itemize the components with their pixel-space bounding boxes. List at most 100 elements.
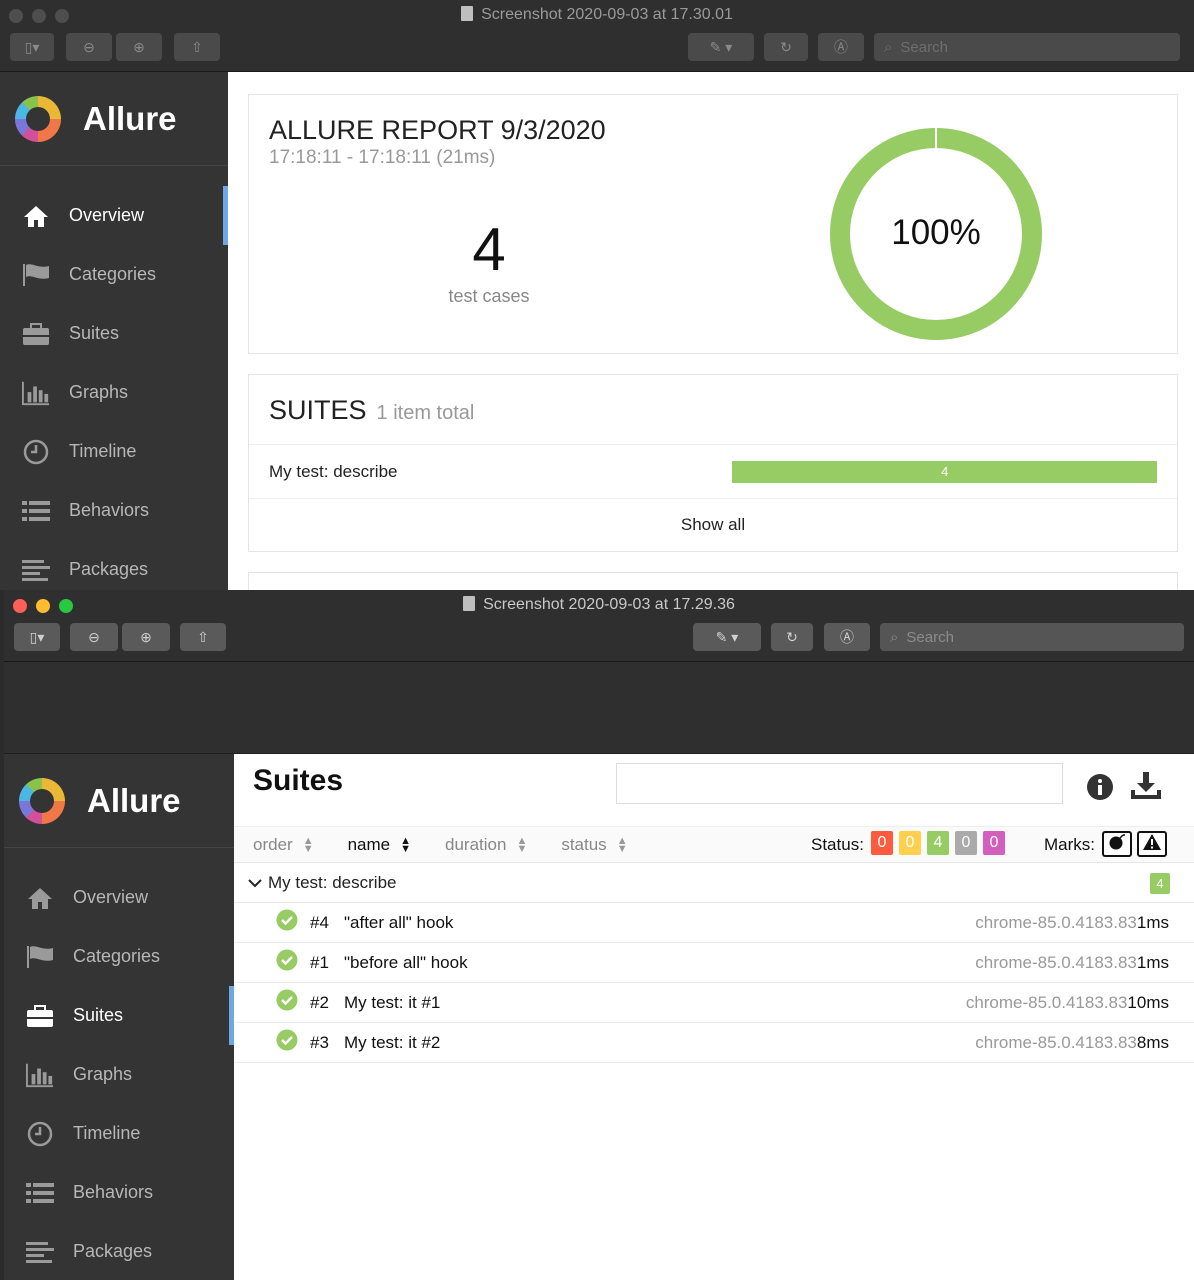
- sidebar-item-behaviors[interactable]: Behaviors: [0, 481, 228, 540]
- suites-widget-title: SUITES: [269, 395, 367, 425]
- search-field[interactable]: ⌕ Search: [880, 623, 1184, 651]
- status-filter-badges: 0 0 4 0 0: [871, 831, 1005, 855]
- sort-arrows-icon: ▲ ▼: [516, 834, 528, 855]
- sort-by-duration[interactable]: duration ▲ ▼: [445, 835, 527, 855]
- flaky-mark-toggle[interactable]: [1102, 831, 1132, 857]
- annotate-button[interactable]: Ⓐ: [824, 623, 870, 651]
- sidebar-item-packages[interactable]: Packages: [0, 540, 228, 590]
- suite-group-row[interactable]: My test: describe 4: [234, 863, 1194, 903]
- window-title: Screenshot 2020-09-03 at 17.30.01: [0, 6, 1194, 24]
- sidebar-item-categories[interactable]: Categories: [4, 927, 234, 986]
- test-duration: 10ms: [1127, 993, 1169, 1012]
- show-all-link[interactable]: Show all: [249, 499, 1177, 551]
- warning-mark-toggle[interactable]: [1137, 831, 1167, 857]
- sidebar-item-timeline[interactable]: Timeline: [0, 422, 228, 481]
- sidebar-item-overview[interactable]: Overview: [0, 186, 228, 245]
- markup-button[interactable]: ✎ ▾: [688, 33, 754, 61]
- passed-icon: [276, 909, 298, 936]
- status-badge-skipped[interactable]: 0: [955, 831, 977, 855]
- rotate-button[interactable]: ↻: [771, 623, 813, 651]
- test-environment: chrome-85.0.4183.83: [975, 953, 1137, 972]
- next-widget-card: [248, 572, 1178, 590]
- sidebar-item-overview[interactable]: Overview: [4, 868, 234, 927]
- test-name: "after all" hook: [344, 912, 454, 932]
- sidebar-item-categories[interactable]: Categories: [0, 245, 228, 304]
- zoom-out-button[interactable]: ⊖: [70, 623, 118, 651]
- allure-logo-icon: [15, 95, 61, 142]
- passed-icon: [276, 1029, 298, 1056]
- test-duration: 1ms: [1136, 953, 1169, 972]
- sidebar-item-packages[interactable]: Packages: [4, 1222, 234, 1280]
- report-title: ALLURE REPORT 9/3/2020: [269, 115, 606, 145]
- test-meta: chrome-85.0.4183.831ms: [975, 953, 1169, 973]
- list-icon: [22, 498, 50, 524]
- test-environment: chrome-85.0.4183.83: [975, 913, 1137, 932]
- download-icon[interactable]: [1130, 771, 1162, 806]
- sidebar-item-behaviors[interactable]: Behaviors: [4, 1163, 234, 1222]
- sort-by-order[interactable]: order ▲ ▼: [253, 835, 314, 855]
- align-left-icon: [26, 1239, 54, 1265]
- test-row[interactable]: #3 My test: it #2 chrome-85.0.4183.838ms: [234, 1023, 1194, 1063]
- test-case-count: 4: [472, 216, 506, 283]
- search-icon: ⌕: [884, 38, 893, 56]
- status-badge-passed[interactable]: 4: [927, 831, 949, 855]
- sidebar-item-suites[interactable]: Suites: [0, 304, 228, 363]
- markup-button[interactable]: ✎ ▾: [693, 623, 761, 651]
- bar-chart-icon: [26, 1062, 54, 1088]
- sidebar-item-suites[interactable]: Suites: [4, 986, 234, 1045]
- test-case-count-label: test cases: [448, 286, 530, 306]
- report-summary-card: ALLURE REPORT 9/3/2020 17:18:11 - 17:18:…: [248, 94, 1178, 354]
- passed-icon: [276, 989, 298, 1016]
- sidebar-toggle-button[interactable]: ▯▾: [14, 623, 60, 651]
- suites-widget: SUITES 1 item total My test: describe 4 …: [248, 374, 1178, 552]
- share-button[interactable]: ⇧: [174, 33, 220, 61]
- test-row[interactable]: #1 "before all" hook chrome-85.0.4183.83…: [234, 943, 1194, 983]
- zoom-in-button[interactable]: ⊕: [122, 623, 170, 651]
- sort-by-name[interactable]: name ▲ ▼: [348, 835, 411, 855]
- annotate-button[interactable]: Ⓐ: [818, 33, 864, 61]
- allure-sidebar: Allure Overview Categories Suites Graphs…: [0, 72, 228, 590]
- suite-row[interactable]: My test: describe 4: [249, 445, 1177, 499]
- sidebar-item-timeline[interactable]: Timeline: [4, 1104, 234, 1163]
- report-time-range: 17:18:11 - 17:18:11 (21ms): [269, 147, 496, 168]
- zoom-in-button[interactable]: ⊕: [116, 33, 162, 61]
- marks-filter-label: Marks:: [1044, 835, 1095, 854]
- document-icon: [463, 596, 476, 611]
- test-number: #2: [310, 992, 329, 1012]
- allure-brand[interactable]: Allure: [0, 72, 228, 166]
- search-icon: ⌕: [890, 628, 899, 646]
- test-row[interactable]: #4 "after all" hook chrome-85.0.4183.831…: [234, 903, 1194, 943]
- briefcase-icon: [22, 321, 50, 347]
- filter-input[interactable]: [616, 763, 1063, 804]
- share-button[interactable]: ⇧: [180, 623, 226, 651]
- search-field[interactable]: ⌕ Search: [874, 33, 1180, 61]
- flag-icon: [26, 944, 54, 970]
- test-row[interactable]: #2 My test: it #1 chrome-85.0.4183.8310m…: [234, 983, 1194, 1023]
- suite-group-name: My test: describe: [268, 872, 397, 892]
- sidebar-item-graphs[interactable]: Graphs: [0, 363, 228, 422]
- status-badge-unknown[interactable]: 0: [983, 831, 1005, 855]
- sort-arrows-icon: ▲ ▼: [400, 834, 411, 855]
- sidebar-nav: Overview Categories Suites Graphs Timeli…: [0, 166, 228, 590]
- info-icon[interactable]: [1086, 773, 1114, 806]
- clock-icon: [22, 439, 50, 465]
- sidebar-toggle-button[interactable]: ▯▾: [10, 33, 54, 61]
- sidebar-item-graphs[interactable]: Graphs: [4, 1045, 234, 1104]
- test-name: My test: it #2: [344, 1032, 441, 1052]
- sort-arrows-icon: ▲ ▼: [616, 834, 628, 855]
- sort-by-status[interactable]: status ▲ ▼: [561, 835, 627, 855]
- status-badge-failed[interactable]: 0: [871, 831, 893, 855]
- passed-icon: [276, 949, 298, 976]
- test-number: #3: [310, 1032, 329, 1052]
- test-meta: chrome-85.0.4183.838ms: [975, 1033, 1169, 1053]
- success-rate-label: 100%: [891, 213, 981, 252]
- preview-window-suites: Screenshot 2020-09-03 at 17.29.36 ▯▾ ⊖ ⊕…: [4, 590, 1194, 1280]
- status-badge-broken[interactable]: 0: [899, 831, 921, 855]
- zoom-out-button[interactable]: ⊖: [66, 33, 112, 61]
- allure-brand[interactable]: Allure: [4, 754, 234, 848]
- preview-window-overview: Screenshot 2020-09-03 at 17.30.01 ▯▾ ⊖ ⊕…: [0, 0, 1194, 590]
- suites-content: Suites order ▲ ▼ name ▲ ▼ duration ▲ ▼ status ▲…: [234, 754, 1194, 1280]
- window-title: Screenshot 2020-09-03 at 17.29.36: [4, 596, 1194, 614]
- rotate-button[interactable]: ↻: [764, 33, 808, 61]
- allure-sidebar: Allure Overview Categories Suites Graphs…: [4, 754, 234, 1280]
